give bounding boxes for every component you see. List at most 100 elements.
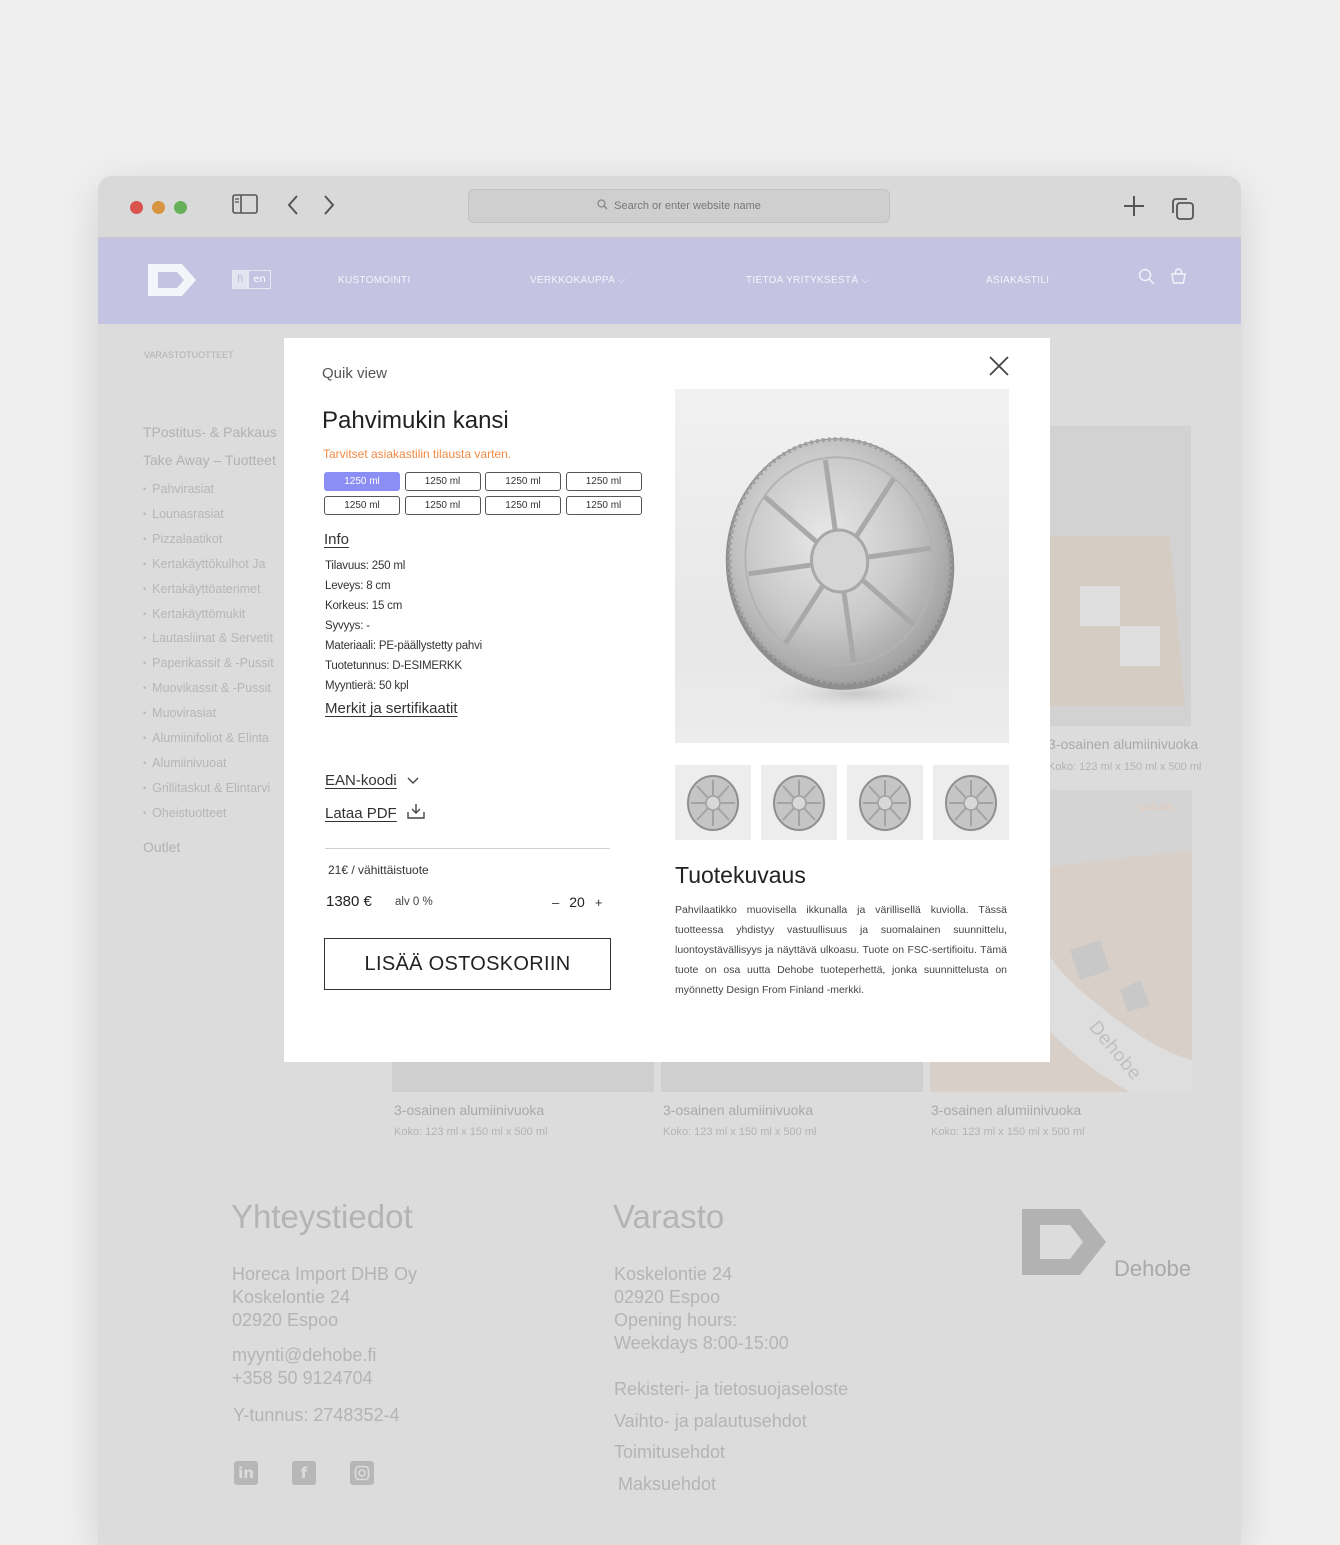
product-title[interactable]: 3-osainen alumiinivuoka xyxy=(931,1102,1081,1118)
subcategory-item[interactable]: Kertakäyttöaterimet xyxy=(143,578,288,603)
sidebar-toggle-icon[interactable] xyxy=(232,194,258,221)
address-bar[interactable]: Search or enter website name xyxy=(468,189,890,223)
footer-brand-name: Dehobe xyxy=(1114,1256,1192,1281)
new-tab-icon[interactable] xyxy=(1122,194,1146,225)
vat-label: alv 0 % xyxy=(395,896,433,908)
size-option[interactable]: 1250 ml xyxy=(565,496,642,515)
size-option[interactable]: 1250 ml xyxy=(485,496,561,515)
email-link[interactable]: myynti@dehobe.fi xyxy=(232,1344,376,1367)
product-thumbnail[interactable] xyxy=(847,765,923,840)
cart-icon[interactable] xyxy=(1170,268,1187,290)
nav-kustomointi[interactable]: KUSTOMOINTI xyxy=(338,275,411,286)
contact-details: myynti@dehobe.fi +358 50 9124704 xyxy=(232,1344,376,1390)
instagram-icon[interactable] xyxy=(350,1461,374,1485)
divider xyxy=(325,848,610,849)
subcategory-item[interactable]: Pizzalaatikot xyxy=(143,528,288,553)
increase-quantity-button[interactable]: + xyxy=(595,895,603,910)
subcategory-item[interactable]: Kertakäyttökulhot Ja xyxy=(143,553,288,578)
warehouse-postal: 02920 Espoo xyxy=(614,1287,721,1307)
close-icon[interactable] xyxy=(988,355,1010,377)
footer-links: Rekisteri- ja tietosuojaseloste Vaihto- … xyxy=(614,1374,848,1500)
linkedin-icon[interactable]: in xyxy=(234,1461,258,1485)
product-title[interactable]: 3-osainen alumiinivuoka xyxy=(394,1102,544,1118)
size-option[interactable]: 1250 ml xyxy=(324,496,400,515)
subcategory-item[interactable]: Kertakäyttömukit xyxy=(143,603,288,628)
lang-en[interactable]: en xyxy=(248,270,271,289)
back-icon[interactable] xyxy=(286,194,300,223)
maximize-window-button[interactable] xyxy=(174,201,187,214)
phone-link[interactable]: +358 50 9124704 xyxy=(232,1367,376,1390)
subcategory-item[interactable]: Grillitaskut & Elintarvi xyxy=(143,777,288,802)
category-outlet[interactable]: Outlet xyxy=(143,839,288,855)
size-selector: 1250 ml 1250 ml 1250 ml 1250 ml 1250 ml … xyxy=(324,472,642,515)
facebook-icon[interactable]: f xyxy=(292,1461,316,1485)
subcategory-item[interactable]: Oheistuotteet xyxy=(143,802,288,827)
privacy-link[interactable]: Rekisteri- ja tietosuojaseloste xyxy=(614,1374,848,1406)
decrease-quantity-button[interactable]: – xyxy=(552,895,559,910)
footer-logo xyxy=(1020,1206,1110,1282)
opening-hours-label: Opening hours: xyxy=(614,1310,738,1330)
category-take-away[interactable]: Take Away – Tuotteet xyxy=(143,452,288,468)
nav-tietoa-yrityksesta[interactable]: TIETOA YRITYKSESTÄ ⌵ xyxy=(746,275,869,286)
size-option[interactable]: 1250 ml xyxy=(404,496,481,515)
lang-fi[interactable]: fi xyxy=(232,270,249,289)
size-option[interactable]: 1250 ml xyxy=(565,472,642,491)
ean-code-toggle[interactable]: EAN-koodi xyxy=(325,772,419,789)
product-thumbnail[interactable] xyxy=(675,765,751,840)
subcategory-item[interactable]: Alumiinivuoat xyxy=(143,752,288,777)
subcategory-item[interactable]: Pahvirasiat xyxy=(143,478,288,503)
warehouse-street: Koskelontie 24 xyxy=(614,1264,733,1284)
spec-product-code: Tuotetunnus: D-ESIMERKK xyxy=(325,660,462,672)
product-title[interactable]: 3-osainen alumiinivuoka xyxy=(663,1102,813,1118)
site-logo[interactable] xyxy=(146,260,200,300)
subcategory-item[interactable]: Paperikassit & -Pussit xyxy=(143,652,288,677)
site-header: fi en KUSTOMOINTI VERKKOKAUPPA ⌵ TIETOA … xyxy=(98,238,1241,324)
size-option-selected[interactable]: 1250 ml xyxy=(324,472,400,491)
ean-label: EAN-koodi xyxy=(325,772,397,789)
product-title[interactable]: 3-osainen alumiinivuoka xyxy=(1048,736,1198,752)
thumbnail-strip xyxy=(675,765,1009,840)
info-heading[interactable]: Info xyxy=(324,531,349,548)
tab-overview-icon[interactable] xyxy=(1170,196,1196,229)
product-size: Koko: 123 ml x 150 ml x 500 ml xyxy=(663,1126,817,1138)
unit-price: 21€ / vähittäistuote xyxy=(328,863,429,877)
quantity-value[interactable]: 20 xyxy=(569,894,585,910)
subcategory-item[interactable]: Lounasrasiat xyxy=(143,503,288,528)
product-main-image xyxy=(675,389,1009,743)
breadcrumb[interactable]: VARASTOTUOTTEET xyxy=(144,350,234,360)
pdf-label: Lataa PDF xyxy=(325,804,397,822)
spec-material: Materiaali: PE-päällystetty pahvi xyxy=(325,640,483,652)
nav-verkkokauppa[interactable]: VERKKOKAUPPA ⌵ xyxy=(530,275,626,286)
returns-link[interactable]: Vaihto- ja palautusehdot xyxy=(614,1406,848,1438)
product-thumbnail[interactable] xyxy=(933,765,1009,840)
close-window-button[interactable] xyxy=(130,201,143,214)
download-pdf-link[interactable]: Lataa PDF xyxy=(325,803,425,823)
product-thumbnail[interactable] xyxy=(761,765,837,840)
product-size: Koko: 123 ml x 150 ml x 500 ml xyxy=(1048,761,1202,773)
search-icon[interactable] xyxy=(1138,268,1155,290)
contact-heading: Yhteystiedot xyxy=(231,1198,413,1235)
subcategory-item[interactable]: Muovikassit & -Pussit xyxy=(143,677,288,702)
subcategory-item[interactable]: Alumiinifoliot & Elinta xyxy=(143,727,288,752)
chevron-down-icon: ⌵ xyxy=(861,275,870,286)
nav-asiakastili[interactable]: ASIAKASTILI xyxy=(986,275,1049,286)
certificates-link[interactable]: Merkit ja sertifikaatit xyxy=(325,700,458,717)
modal-label: Quik view xyxy=(322,365,388,382)
payment-terms-link[interactable]: Maksuehdot xyxy=(614,1469,848,1501)
category-postitus[interactable]: TPostitus- & Pakkaus xyxy=(143,424,288,440)
login-notice: Tarvitset asiakastilin tilausta varten. xyxy=(323,447,512,461)
subcategory-item[interactable]: Lautasliinat & Servetit xyxy=(143,627,288,652)
description-heading: Tuotekuvaus xyxy=(675,862,806,888)
delivery-terms-link[interactable]: Toimitusehdot xyxy=(614,1437,848,1469)
size-option[interactable]: 1250 ml xyxy=(404,472,481,491)
add-to-cart-button[interactable]: LISÄÄ OSTOSKORIIN xyxy=(324,938,611,990)
minimize-window-button[interactable] xyxy=(152,201,165,214)
forward-icon[interactable] xyxy=(322,194,336,223)
spec-height: Korkeus: 15 cm xyxy=(325,600,403,612)
size-option[interactable]: 1250 ml xyxy=(485,472,561,491)
new-badge: Uutuus xyxy=(1138,802,1174,813)
chevron-down-icon xyxy=(407,772,419,789)
search-icon xyxy=(597,199,608,213)
business-id: Y-tunnus: 2748352-4 xyxy=(233,1405,400,1425)
subcategory-item[interactable]: Muovirasiat xyxy=(143,702,288,727)
